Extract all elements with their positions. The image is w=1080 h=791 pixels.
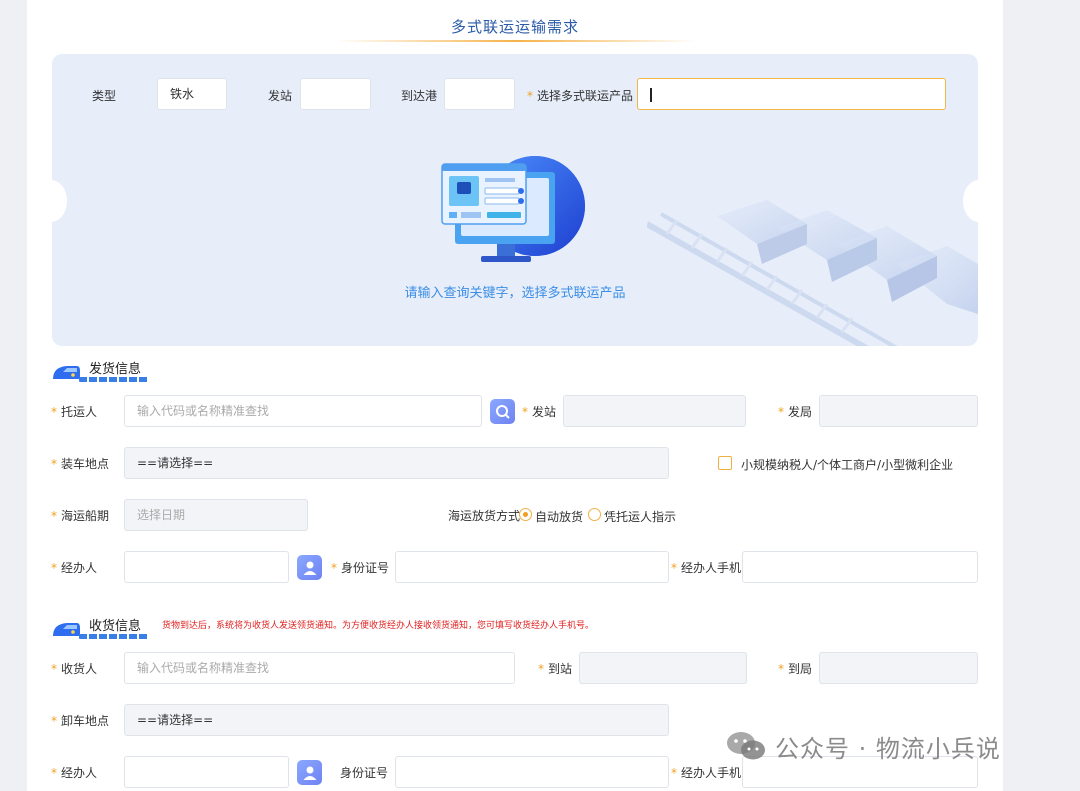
search-hint: 请输入查询关键字，选择多式联运产品 bbox=[404, 286, 626, 301]
watermark-text: 公众号 · 物流小兵说 bbox=[775, 735, 1001, 763]
id-number-field[interactable] bbox=[395, 551, 669, 583]
wechat-icon bbox=[727, 732, 765, 760]
small-taxpayer-label: 小规模纳税人/个体工商户/小型微利企业 bbox=[741, 458, 954, 472]
from-bureau-label: 发局 bbox=[778, 403, 812, 420]
sailing-date-picker[interactable]: 选择日期 bbox=[124, 499, 308, 531]
small-taxpayer-checkbox[interactable] bbox=[718, 456, 732, 470]
from-station-field[interactable] bbox=[300, 78, 371, 110]
to-bureau-label: 到局 bbox=[778, 660, 812, 677]
section-underline bbox=[79, 377, 149, 382]
unloading-place-select[interactable]: ==请选择== bbox=[124, 704, 669, 736]
product-search-input[interactable] bbox=[637, 78, 946, 110]
from-bureau-field[interactable] bbox=[819, 395, 978, 427]
handler-phone-label: 经办人手机 bbox=[671, 559, 741, 576]
release-instruction-radio[interactable] bbox=[588, 508, 601, 521]
shipper-search-input[interactable]: 输入代码或名称精准查找 bbox=[124, 395, 482, 427]
to-station-label: 到站 bbox=[538, 660, 572, 677]
consignee-id-number-field[interactable] bbox=[395, 756, 669, 788]
computer-illustration-icon bbox=[441, 156, 585, 262]
product-search-panel: 类型 铁水 发站 到达港 选择多式联运产品 bbox=[52, 54, 978, 346]
consignee-handler-phone-label: 经办人手机 bbox=[671, 764, 741, 781]
consignee-handler-label: 经办人 bbox=[51, 764, 97, 781]
text-caret bbox=[650, 87, 652, 102]
title-underline bbox=[337, 40, 697, 42]
handler-phone-field[interactable] bbox=[742, 551, 978, 583]
train-head-icon bbox=[53, 623, 80, 636]
consignee-handler-field[interactable] bbox=[124, 756, 289, 788]
consignee-id-number-label: 身份证号 bbox=[340, 766, 389, 780]
pickup-notice: 货物到达后，系统将为收货人发送领货通知。为方便收货经办人接收领货通知，您可填写收… bbox=[162, 621, 595, 631]
from-station-label: 发站 bbox=[522, 403, 556, 420]
handler-label: 经办人 bbox=[51, 559, 97, 576]
release-instruction-label: 凭托运人指示 bbox=[604, 510, 677, 524]
consignee-search-input[interactable]: 输入代码或名称精准查找 bbox=[124, 652, 515, 684]
page-title: 多式联运运输需求 bbox=[450, 18, 579, 36]
section-underline bbox=[79, 634, 149, 639]
train-illustration-icon bbox=[647, 200, 978, 346]
release-auto-label: 自动放货 bbox=[535, 510, 584, 524]
consignee-section-title: 收货信息 bbox=[89, 619, 142, 634]
consignee-label: 收货人 bbox=[51, 660, 97, 677]
to-station-field[interactable] bbox=[579, 652, 747, 684]
loading-place-select[interactable]: ==请选择== bbox=[124, 447, 669, 479]
form-page: 多式联运运输需求 类型 铁水 发站 到达港 选择多式联运产品 bbox=[27, 0, 1003, 791]
type-label: 类型 bbox=[92, 89, 117, 103]
train-head-icon bbox=[53, 366, 80, 379]
panel-notch-left bbox=[52, 180, 67, 222]
shipper-section-title: 发货信息 bbox=[89, 362, 142, 377]
select-handler-button[interactable] bbox=[297, 555, 322, 580]
release-auto-radio[interactable] bbox=[519, 508, 532, 521]
sailing-date-label: 海运船期 bbox=[51, 507, 109, 524]
product-label: 选择多式联运产品 bbox=[527, 87, 633, 104]
shipper-label: 托运人 bbox=[51, 403, 97, 420]
search-button[interactable] bbox=[490, 399, 515, 424]
loading-place-label: 装车地点 bbox=[51, 455, 109, 472]
from-station-field[interactable] bbox=[563, 395, 746, 427]
from-station-label: 发站 bbox=[268, 89, 293, 103]
id-number-label: 身份证号 bbox=[331, 559, 389, 576]
user-icon bbox=[303, 561, 316, 575]
type-field[interactable]: 铁水 bbox=[157, 78, 227, 110]
unloading-place-label: 卸车地点 bbox=[51, 712, 109, 729]
user-icon bbox=[303, 766, 316, 780]
handler-field[interactable] bbox=[124, 551, 289, 583]
arrival-port-field[interactable] bbox=[444, 78, 515, 110]
arrival-port-label: 到达港 bbox=[401, 89, 438, 103]
to-bureau-field[interactable] bbox=[819, 652, 978, 684]
select-consignee-handler-button[interactable] bbox=[297, 760, 322, 785]
release-mode-label: 海运放货方式 bbox=[448, 509, 521, 523]
search-icon bbox=[495, 404, 510, 419]
